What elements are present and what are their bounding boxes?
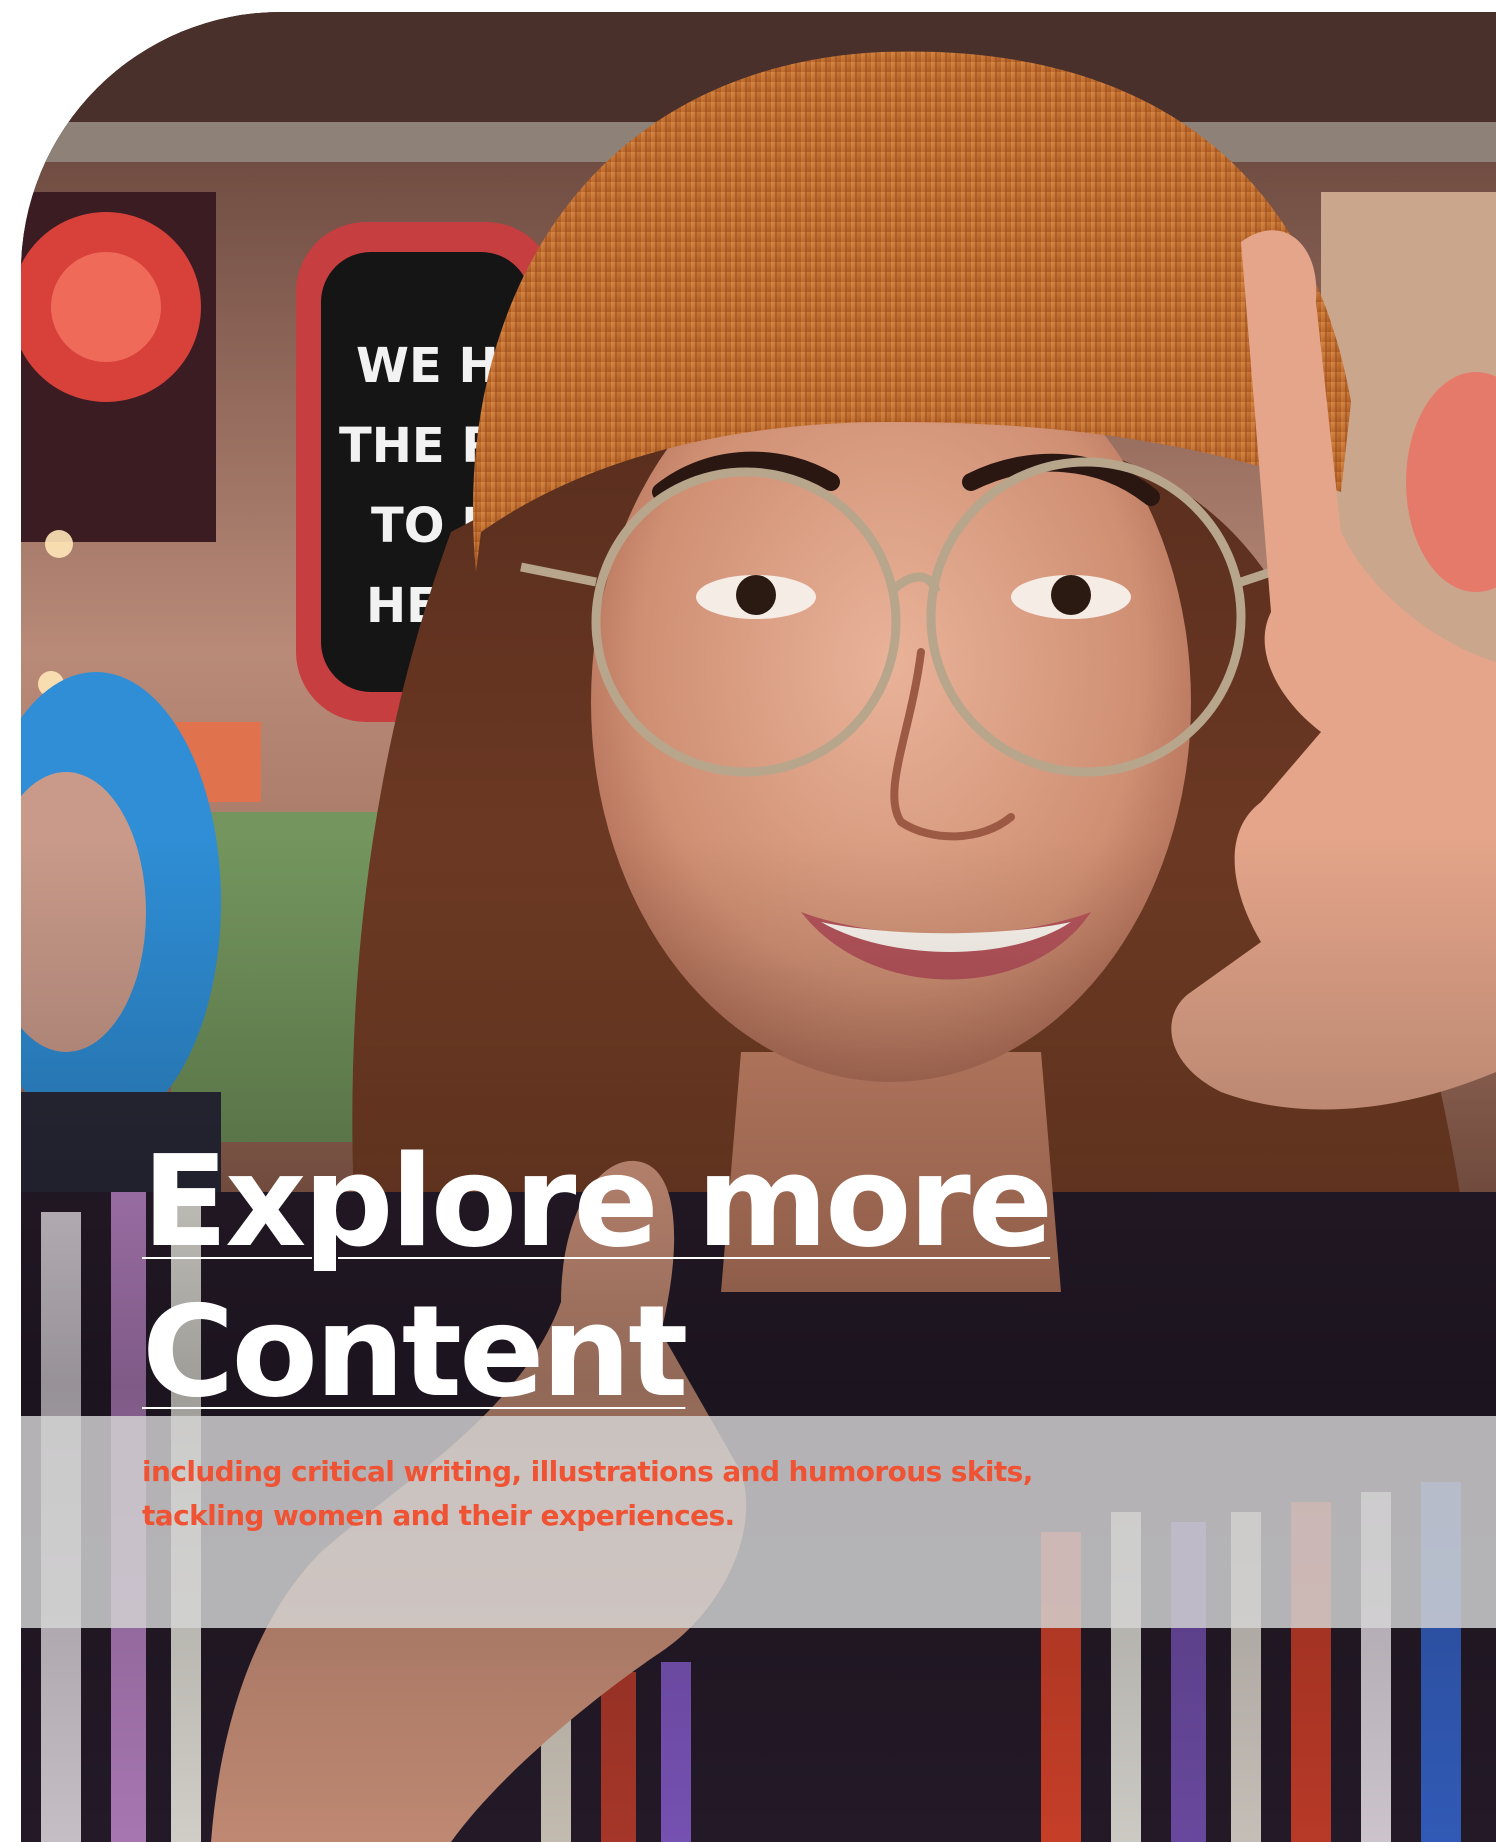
hero-card: WE HA THE RI TO I HEA <box>21 12 1496 1842</box>
headline-line-2[interactable]: Content <box>142 1277 688 1427</box>
subtitle-text: including critical writing, illustration… <box>142 1455 1033 1532</box>
headline-link[interactable]: Explore more Content <box>142 1127 1053 1427</box>
headline-line-1[interactable]: Explore more <box>142 1127 1053 1277</box>
